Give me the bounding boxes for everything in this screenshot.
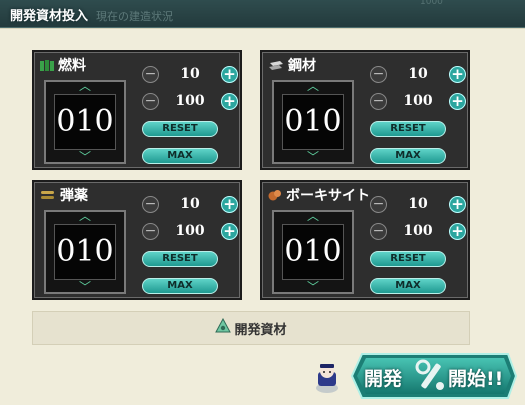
- resource-value: 010: [54, 224, 116, 280]
- plus-icon[interactable]: +: [221, 222, 238, 240]
- start-development-button[interactable]: 開発 開始!!: [348, 352, 518, 400]
- reset-button[interactable]: RESET: [142, 251, 218, 267]
- max-button[interactable]: MAX: [142, 278, 218, 294]
- resource-value: 010: [54, 94, 116, 150]
- step-amount: 100: [403, 93, 433, 109]
- chevron-down-icon[interactable]: ﹀: [75, 281, 95, 293]
- reset-button[interactable]: RESET: [142, 121, 218, 137]
- minus-icon[interactable]: −: [370, 65, 387, 83]
- start-label-right: 開始!!: [448, 368, 504, 390]
- resource-counter: ︿ 010 ﹀: [44, 80, 126, 164]
- plus-icon[interactable]: +: [221, 92, 238, 110]
- chevron-down-icon[interactable]: ﹀: [75, 151, 95, 163]
- resource-name: ボーキサイト: [286, 188, 370, 204]
- title-bar: 現在の建造状況 1000 開発資材投入: [0, 0, 525, 28]
- stepper-100: − 100 +: [370, 91, 466, 111]
- step-amount: 100: [175, 93, 205, 109]
- resource-label: 燃料: [40, 56, 86, 74]
- plus-icon[interactable]: +: [221, 195, 238, 213]
- resource-name: 燃料: [58, 58, 86, 74]
- stepper-10: − 10 +: [370, 194, 466, 214]
- minus-icon[interactable]: −: [142, 195, 159, 213]
- step-amount: 100: [175, 223, 205, 239]
- minus-icon[interactable]: −: [142, 92, 159, 110]
- chevron-up-icon[interactable]: ︿: [75, 80, 95, 92]
- resource-input-board: 燃料 ︿ 010 ﹀ − 10 + − 100 + RESET MAX 鋼材 ︿: [0, 28, 525, 405]
- minus-icon[interactable]: −: [142, 65, 159, 83]
- stepper-10: − 10 +: [370, 64, 466, 84]
- reset-button[interactable]: RESET: [370, 121, 446, 137]
- fairy-character-icon: [312, 362, 342, 394]
- ammo-icon: [40, 186, 56, 205]
- plus-icon[interactable]: +: [221, 65, 238, 83]
- max-button[interactable]: MAX: [370, 148, 446, 164]
- dev-material-icon: [215, 317, 232, 338]
- step-amount: 10: [408, 66, 428, 82]
- resource-name: 弾薬: [60, 188, 88, 204]
- minus-icon[interactable]: −: [370, 195, 387, 213]
- plus-icon[interactable]: +: [449, 92, 466, 110]
- stepper-100: − 100 +: [370, 221, 466, 241]
- resource-card-fuel: 燃料 ︿ 010 ﹀ − 10 + − 100 + RESET MAX: [32, 50, 242, 170]
- plus-icon[interactable]: +: [449, 222, 466, 240]
- chevron-up-icon[interactable]: ︿: [303, 80, 323, 92]
- resource-counter: ︿ 010 ﹀: [272, 210, 354, 294]
- plus-icon[interactable]: +: [449, 65, 466, 83]
- minus-icon[interactable]: −: [370, 92, 387, 110]
- plus-icon[interactable]: +: [449, 195, 466, 213]
- resource-value: 010: [282, 224, 344, 280]
- resource-value: 010: [282, 94, 344, 150]
- resource-label: ボーキサイト: [268, 186, 370, 204]
- minus-icon[interactable]: −: [142, 222, 159, 240]
- wrench-icon: [414, 358, 448, 398]
- resource-label: 鋼材: [268, 56, 316, 74]
- resource-card-steel: 鋼材 ︿ 010 ﹀ − 10 + − 100 + RESET MAX: [260, 50, 470, 170]
- chevron-down-icon[interactable]: ﹀: [303, 281, 323, 293]
- stepper-100: − 100 +: [142, 221, 238, 241]
- chevron-up-icon[interactable]: ︿: [303, 210, 323, 222]
- resource-card-ammo: 弾薬 ︿ 010 ﹀ − 10 + − 100 + RESET MAX: [32, 180, 242, 300]
- steel-icon: [268, 56, 284, 75]
- background-number: 1000: [420, 0, 443, 7]
- resource-label: 弾薬: [40, 186, 88, 204]
- dev-material-label: 開発資材: [234, 322, 287, 338]
- reset-button[interactable]: RESET: [370, 251, 446, 267]
- page-title: 開発資材投入: [10, 9, 89, 24]
- stepper-100: − 100 +: [142, 91, 238, 111]
- step-amount: 10: [180, 196, 200, 212]
- resource-counter: ︿ 010 ﹀: [272, 80, 354, 164]
- background-status-text: 現在の建造状況: [96, 10, 173, 23]
- start-label-left: 開発: [364, 368, 403, 390]
- step-amount: 10: [180, 66, 200, 82]
- chevron-up-icon[interactable]: ︿: [75, 210, 95, 222]
- chevron-down-icon[interactable]: ﹀: [303, 151, 323, 163]
- minus-icon[interactable]: −: [370, 222, 387, 240]
- dev-material-toggle[interactable]: 開発資材: [32, 311, 470, 345]
- bauxite-icon: [268, 186, 282, 205]
- resource-counter: ︿ 010 ﹀: [44, 210, 126, 294]
- max-button[interactable]: MAX: [142, 148, 218, 164]
- step-amount: 10: [408, 196, 428, 212]
- resource-name: 鋼材: [288, 58, 316, 74]
- resource-card-bauxite: ボーキサイト ︿ 010 ﹀ − 10 + − 100 + RESET MAX: [260, 180, 470, 300]
- step-amount: 100: [403, 223, 433, 239]
- max-button[interactable]: MAX: [370, 278, 446, 294]
- stepper-10: − 10 +: [142, 64, 238, 84]
- stepper-10: − 10 +: [142, 194, 238, 214]
- fuel-icon: [40, 56, 54, 75]
